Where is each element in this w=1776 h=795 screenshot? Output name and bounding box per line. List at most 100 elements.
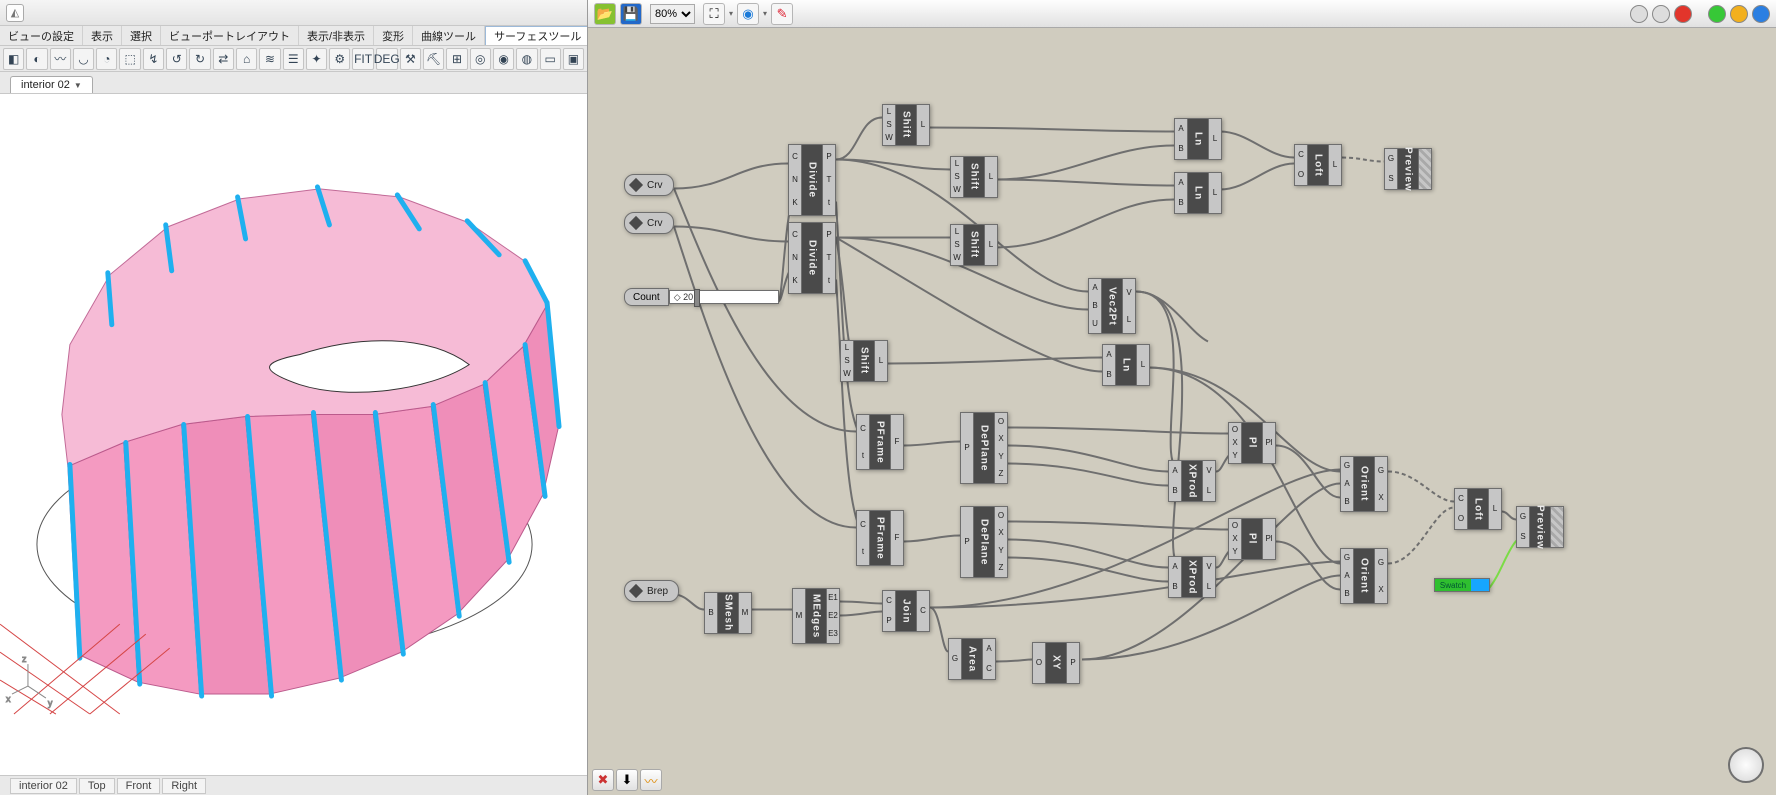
toolbar-button[interactable]: ↻ — [189, 48, 210, 70]
gh-param-brep[interactable]: Brep — [624, 580, 679, 602]
input-ports[interactable]: CO — [1294, 144, 1308, 186]
viewport-bottom-tab[interactable]: Front — [117, 778, 161, 794]
input-ports[interactable]: LSW — [882, 104, 896, 146]
display-mode-button[interactable] — [1752, 5, 1770, 23]
input-ports[interactable]: GS — [1384, 148, 1398, 190]
menu-item[interactable]: ビューの設定 — [0, 26, 83, 45]
gh-component-xy[interactable]: OXYP — [1032, 642, 1080, 684]
gh-canvas[interactable]: CrvCrvBrep Count ◇ 20 CNKDividePTtCNKDiv… — [588, 28, 1776, 795]
sketch-button[interactable]: ✎ — [771, 3, 793, 25]
input-ports[interactable]: Ct — [856, 414, 870, 470]
rhino-viewport[interactable]: z x y — [0, 94, 587, 775]
display-mode-button[interactable] — [1652, 5, 1670, 23]
input-ports[interactable]: LSW — [950, 224, 964, 266]
output-ports[interactable]: Pl — [1262, 422, 1276, 464]
output-ports[interactable]: VL — [1122, 278, 1136, 334]
gh-component-area[interactable]: GAreaAC — [948, 638, 996, 680]
input-ports[interactable]: Ct — [856, 510, 870, 566]
output-ports[interactable]: C — [916, 590, 930, 632]
menu-item[interactable]: 表示 — [83, 26, 122, 45]
download-widget-button[interactable]: ⬇ — [616, 769, 638, 791]
input-ports[interactable]: CNK — [788, 144, 802, 216]
gh-component-ln1[interactable]: ABLnL — [1174, 118, 1222, 160]
toolbar-button[interactable]: DEG — [376, 48, 398, 70]
input-ports[interactable]: LSW — [840, 340, 854, 382]
gh-component-pframe1[interactable]: CtPFrameF — [856, 414, 904, 470]
gh-component-shift2[interactable]: LSWShiftL — [950, 156, 998, 198]
toolbar-button[interactable]: ⬚ — [119, 48, 140, 70]
gh-component-xprod1[interactable]: ABXProdVL — [1168, 460, 1216, 502]
gh-component-join[interactable]: CPJoinC — [882, 590, 930, 632]
toolbar-button[interactable]: ☰ — [283, 48, 304, 70]
output-ports[interactable]: VL — [1202, 556, 1216, 598]
input-ports[interactable]: ABU — [1088, 278, 1102, 334]
viewport-bottom-tab[interactable]: Right — [162, 778, 206, 794]
menu-item[interactable]: 曲線ツール — [413, 26, 485, 45]
gh-component-pframe2[interactable]: CtPFrameF — [856, 510, 904, 566]
input-ports[interactable]: OXY — [1228, 518, 1242, 560]
output-ports[interactable]: L — [984, 156, 998, 198]
gh-component-shift1[interactable]: LSWShiftL — [882, 104, 930, 146]
toolbar-button[interactable]: FIT — [352, 48, 373, 70]
colour-swatch[interactable]: Swatch — [1434, 578, 1490, 592]
output-ports[interactable]: VL — [1202, 460, 1216, 502]
gh-component-prev1[interactable]: GSPreview — [1384, 148, 1432, 190]
viewport-bottom-tab[interactable]: Top — [79, 778, 115, 794]
input-ports[interactable]: M — [792, 588, 806, 644]
output-ports[interactable]: L — [1208, 118, 1222, 160]
input-ports[interactable]: O — [1032, 642, 1046, 684]
gh-component-ln3[interactable]: ABLnL — [1102, 344, 1150, 386]
input-ports[interactable]: AB — [1168, 556, 1182, 598]
toolbar-button[interactable]: ⚙ — [329, 48, 350, 70]
toolbar-button[interactable]: ◉ — [493, 48, 514, 70]
gh-component-deplane1[interactable]: PDePlaneOXYZ — [960, 412, 1008, 484]
gh-param-crv2[interactable]: Crv — [624, 212, 674, 234]
toolbar-button[interactable]: ◐ — [26, 48, 47, 70]
output-ports[interactable]: L — [874, 340, 888, 382]
slider-knob[interactable] — [694, 289, 700, 307]
output-ports[interactable]: PTt — [822, 144, 836, 216]
toolbar-button[interactable]: ≋ — [259, 48, 280, 70]
input-ports[interactable]: AB — [1102, 344, 1116, 386]
viewport-bottom-tab[interactable]: interior 02 — [10, 778, 77, 794]
toolbar-button[interactable]: ◎ — [470, 48, 491, 70]
input-ports[interactable]: CNK — [788, 222, 802, 294]
gh-component-shift4[interactable]: LSWShiftL — [840, 340, 888, 382]
gh-component-xprod2[interactable]: ABXProdVL — [1168, 556, 1216, 598]
output-ports[interactable]: L — [1488, 488, 1502, 530]
canvas-compass-icon[interactable] — [1728, 747, 1764, 783]
gh-component-orient1[interactable]: GABOrientGX — [1340, 456, 1388, 512]
viewport-tab-active[interactable]: interior 02 ▼ — [10, 76, 93, 93]
gh-component-div2[interactable]: CNKDividePTt — [788, 222, 836, 294]
toolbar-button[interactable]: 〰 — [50, 48, 71, 70]
output-ports[interactable]: AC — [982, 638, 996, 680]
output-ports[interactable]: E1E2E3 — [826, 588, 840, 644]
open-file-button[interactable]: 📂 — [594, 3, 616, 25]
gh-component-pl1[interactable]: OXYPlPl — [1228, 422, 1276, 464]
zoom-select[interactable]: 80% — [650, 4, 695, 24]
input-ports[interactable]: GAB — [1340, 548, 1354, 604]
save-file-button[interactable]: 💾 — [620, 3, 642, 25]
toolbar-button[interactable]: ◡ — [73, 48, 94, 70]
toolbar-button[interactable]: ↯ — [143, 48, 164, 70]
output-ports[interactable]: L — [1136, 344, 1150, 386]
gh-component-prev2[interactable]: GSPreview — [1516, 506, 1564, 548]
output-ports[interactable]: PTt — [822, 222, 836, 294]
display-mode-button[interactable] — [1674, 5, 1692, 23]
input-ports[interactable]: AB — [1168, 460, 1182, 502]
toolbar-button[interactable]: ⇄ — [213, 48, 234, 70]
markov-widget-button[interactable]: ✖ — [592, 769, 614, 791]
input-ports[interactable]: OXY — [1228, 422, 1242, 464]
display-mode-button[interactable] — [1730, 5, 1748, 23]
toolbar-button[interactable]: ↺ — [166, 48, 187, 70]
input-ports[interactable]: B — [704, 592, 718, 634]
menu-item[interactable]: サーフェスツール — [485, 26, 587, 45]
output-ports[interactable]: Pl — [1262, 518, 1276, 560]
output-ports[interactable]: F — [890, 414, 904, 470]
input-ports[interactable]: CP — [882, 590, 896, 632]
output-ports[interactable]: M — [738, 592, 752, 634]
output-ports[interactable]: OXYZ — [994, 506, 1008, 578]
input-ports[interactable]: LSW — [950, 156, 964, 198]
display-mode-button[interactable] — [1630, 5, 1648, 23]
output-ports[interactable]: L — [1208, 172, 1222, 214]
